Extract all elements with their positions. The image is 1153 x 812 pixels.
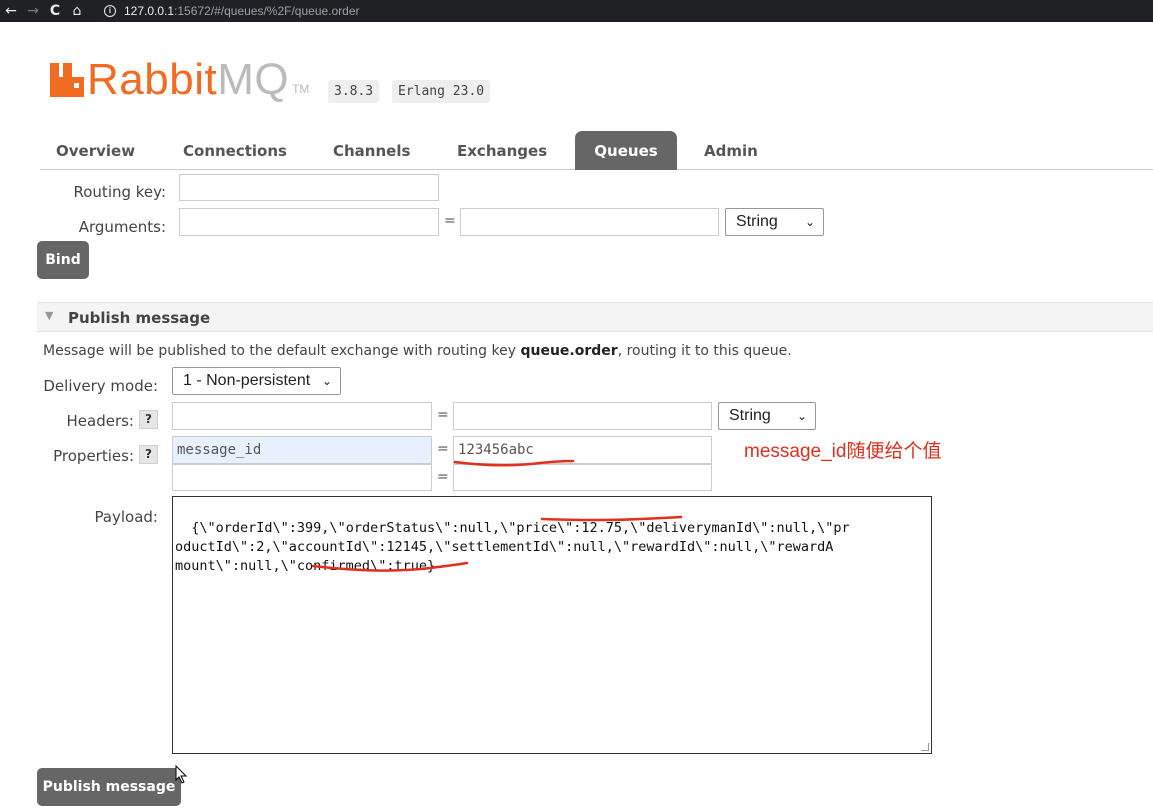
- tab-channels[interactable]: Channels: [317, 131, 426, 169]
- header-key-input[interactable]: [172, 402, 432, 430]
- chevron-down-icon: ⌄: [321, 374, 332, 388]
- version-badge: 3.8.3: [328, 80, 380, 103]
- home-icon[interactable]: ⌂: [66, 3, 88, 19]
- forward-icon[interactable]: →: [22, 3, 44, 19]
- erlang-version-badge: Erlang 23.0: [392, 80, 491, 103]
- tab-connections[interactable]: Connections: [167, 131, 303, 169]
- payload-textarea[interactable]: {\"orderId\":399,\"orderStatus\":null,\"…: [172, 496, 932, 754]
- main-nav-tabs: Overview Connections Channels Exchanges …: [40, 131, 1153, 170]
- property-value-text: 123456abc: [458, 442, 534, 458]
- routing-key-label: Routing key:: [73, 183, 167, 201]
- property-value-input-empty[interactable]: [453, 464, 712, 491]
- bind-button[interactable]: Bind: [37, 241, 89, 279]
- property-key-input-empty[interactable]: [172, 464, 432, 491]
- resize-grip-icon[interactable]: [921, 743, 929, 751]
- headers-help-button[interactable]: ?: [139, 410, 158, 429]
- header-value-input[interactable]: [453, 402, 712, 430]
- equals-sign: =: [437, 441, 449, 457]
- section-title: Publish message: [68, 309, 211, 327]
- property-key-value: message_id: [177, 442, 262, 458]
- chevron-down-icon: ⌄: [796, 409, 807, 423]
- tab-exchanges[interactable]: Exchanges: [441, 131, 563, 169]
- payload-text: {\"orderId\":399,\"orderStatus\":null,\"…: [175, 520, 850, 574]
- publish-description: Message will be published to the default…: [43, 343, 792, 359]
- url-host: 127.0.0.1: [124, 4, 175, 18]
- tab-queues[interactable]: Queues: [575, 131, 677, 170]
- rabbitmq-logo[interactable]: RabbitMQ TM: [50, 58, 309, 102]
- delivery-mode-value: 1 - Non-persistent: [183, 372, 311, 389]
- argument-type-value: String: [736, 213, 778, 230]
- publish-message-button[interactable]: Publish message: [37, 768, 181, 806]
- collapse-triangle-icon[interactable]: ▼: [45, 309, 53, 322]
- headers-label: Headers:: [66, 412, 135, 430]
- tab-admin[interactable]: Admin: [688, 131, 774, 169]
- equals-sign: =: [437, 407, 449, 423]
- argument-value-input[interactable]: [460, 208, 719, 236]
- property-value-input[interactable]: 123456abc: [453, 436, 712, 464]
- payload-label: Payload:: [94, 508, 158, 526]
- header-type-select[interactable]: String ⌄: [718, 402, 816, 430]
- arguments-label: Arguments:: [78, 218, 166, 236]
- info-icon[interactable]: i: [104, 5, 116, 17]
- chevron-down-icon: ⌄: [804, 215, 815, 229]
- publish-message-section-header[interactable]: ▼ Publish message: [37, 302, 1153, 332]
- argument-key-input[interactable]: [179, 208, 439, 236]
- address-bar[interactable]: i 127.0.0.1:15672/#/queues/%2F/queue.ord…: [104, 4, 360, 18]
- header-type-value: String: [729, 407, 771, 424]
- url-path: :15672/#/queues/%2F/queue.order: [174, 4, 360, 18]
- back-icon[interactable]: ←: [0, 3, 22, 19]
- browser-toolbar: ← → C ⌂ i 127.0.0.1:15672/#/queues/%2F/q…: [0, 0, 1153, 22]
- properties-label: Properties:: [53, 447, 134, 465]
- trademark: TM: [292, 82, 310, 96]
- routing-key-value: queue.order: [520, 343, 618, 359]
- properties-help-button[interactable]: ?: [139, 445, 158, 464]
- tab-overview[interactable]: Overview: [40, 131, 151, 169]
- argument-type-select[interactable]: String ⌄: [725, 208, 824, 236]
- delivery-mode-label: Delivery mode:: [43, 377, 158, 395]
- brand-main: Rabbit: [87, 55, 218, 104]
- equals-sign: =: [437, 469, 449, 485]
- routing-key-input[interactable]: [179, 174, 439, 201]
- property-key-input[interactable]: message_id: [172, 436, 432, 464]
- brand-accent: MQ: [217, 55, 290, 104]
- rabbit-logo-icon: [50, 63, 84, 97]
- mouse-cursor-icon: [175, 765, 188, 784]
- reload-icon[interactable]: C: [44, 3, 66, 19]
- equals-sign: =: [444, 213, 456, 229]
- delivery-mode-select[interactable]: 1 - Non-persistent ⌄: [172, 367, 341, 395]
- annotation-note: message_id随便给个值: [744, 441, 942, 462]
